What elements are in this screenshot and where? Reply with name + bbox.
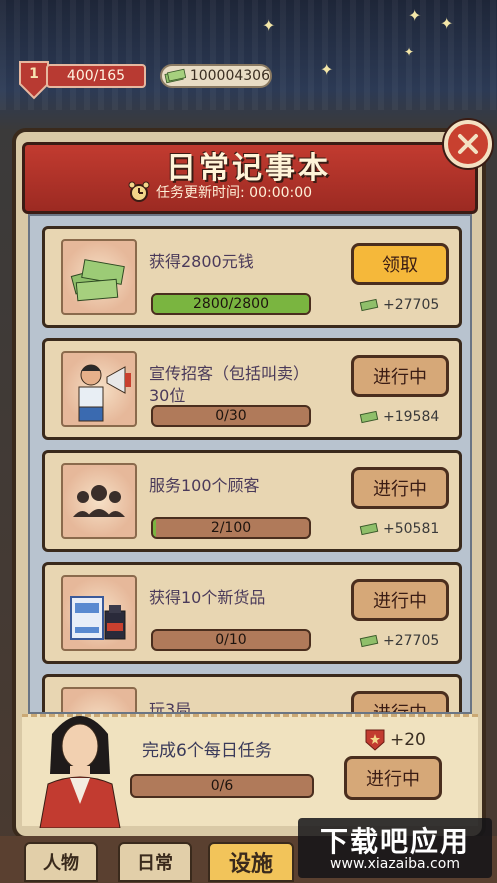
daily-progress-bar: 0/6 [130,774,314,798]
money-stack-icon [61,239,137,315]
megaphone-boy-icon [61,351,137,427]
task-title: 宣传招客（包括叫卖）30位 [149,364,310,405]
task-reward: +27705 [359,297,439,313]
alarm-clock-icon [128,181,150,202]
daily-in-progress-button[interactable]: 进行中 [344,756,442,800]
task-card: 获得10个新货品 0/10 进行中 +27705 [42,562,462,664]
reward-value: +50581 [383,521,440,537]
cash-icon [359,410,379,424]
star-decoration: ✦ [320,60,334,79]
close-icon [458,134,478,154]
task-title: 获得10个新货品 [149,588,266,607]
progress-text: 0/30 [215,408,247,424]
in-progress-button[interactable]: 进行中 [351,691,449,712]
task-title: 获得2800元钱 [149,252,254,271]
customers-group-icon [61,463,137,539]
progress-text: 0/10 [215,632,247,648]
task-title: 玩3局 [149,700,192,714]
cash-icon [164,68,186,84]
background-stripes [0,0,497,110]
task-list[interactable]: 获得2800元钱 2800/2800 领取 +27705 宣传招客（包括叫卖）3… [28,214,472,714]
task-progress-bar: 0/10 [151,629,311,651]
watermark-logo: 下载吧应用 [319,825,470,858]
task-progress-bar: 0/30 [151,405,311,427]
task-title: 服务100个顾客 [149,476,260,495]
timer-label: 任务更新时间: [156,185,245,201]
exp-value: 400/165 [66,68,126,84]
timer-value: 00:00:00 [249,185,313,201]
daily-title: 完成6个每日任务 [142,741,272,761]
tab-character[interactable]: 人物 [24,842,98,882]
daily-reward-value: +20 [390,730,426,750]
star-decoration: ✦ [408,6,422,25]
task-reward: +50581 [359,521,439,537]
exp-display: 400/165 [46,64,146,88]
star-decoration: ✦ [262,16,276,35]
tab-daily[interactable]: 日常 [118,842,192,882]
close-button[interactable] [444,120,492,168]
in-progress-button[interactable]: 进行中 [351,467,449,509]
task-card: 获得2800元钱 2800/2800 领取 +27705 [42,226,462,328]
goods-box-icon [61,575,137,651]
star-decoration: ✦ [440,14,454,33]
money-display: 100004306 [160,64,272,88]
task-reward: +19584 [359,409,439,425]
cash-icon [359,522,379,536]
cash-icon [359,298,379,312]
reward-value: +27705 [383,297,440,313]
cash-icon [359,634,379,648]
task-progress-bar: 2800/2800 [151,293,311,315]
girl-character-icon [30,704,130,829]
in-progress-button[interactable]: 进行中 [351,355,449,397]
in-progress-button[interactable]: 进行中 [351,579,449,621]
timer-text: 任务更新时间: 00:00:00 [156,182,312,202]
money-value: 100004306 [189,68,270,84]
star-decoration: ✦ [404,45,415,59]
timer-row: 任务更新时间: 00:00:00 [128,180,368,204]
reward-value: +19584 [383,409,440,425]
progress-text: 2800/2800 [193,296,269,312]
progress-text: 2/100 [210,520,252,536]
daily-reward: +20 [364,728,426,752]
tab-facility[interactable]: 设施 [208,842,294,882]
badge-icon [365,729,385,751]
watermark-url: www.xiazaiba.com [330,856,460,872]
task-reward: +27705 [359,633,439,649]
reward-value: +27705 [383,633,440,649]
task-card: 宣传招客（包括叫卖）30位 0/30 进行中 +19584 [42,338,462,440]
task-card: 服务100个顾客 2/100 进行中 +50581 [42,450,462,552]
task-progress-bar: 2/100 [151,517,311,539]
daily-progress-text: 0/6 [210,778,234,794]
claim-button[interactable]: 领取 [351,243,449,285]
